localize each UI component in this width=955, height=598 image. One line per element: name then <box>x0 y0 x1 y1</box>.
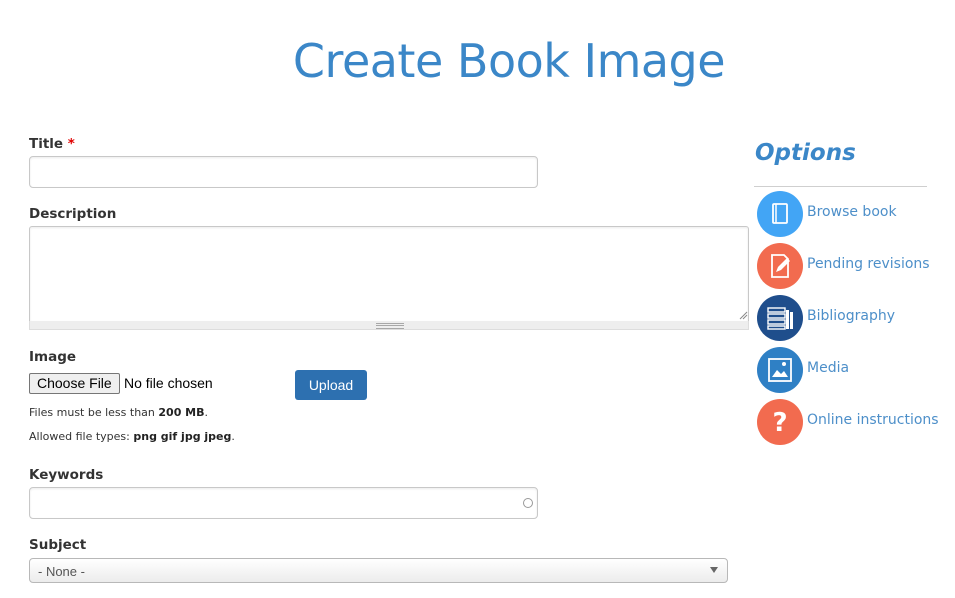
title-input[interactable] <box>29 156 538 188</box>
title-label: Title * <box>29 136 75 152</box>
option-online-instructions[interactable]: ? Online instructions <box>757 399 952 445</box>
types-help: Allowed file types: png gif jpg jpeg. <box>29 430 235 443</box>
size-help-suffix: . <box>204 406 209 419</box>
option-label: Media <box>807 360 850 376</box>
size-help-prefix: Files must be less than <box>29 406 159 419</box>
edit-document-icon <box>757 243 803 289</box>
upload-button[interactable]: Upload <box>295 370 367 400</box>
subject-selected-value: - None - <box>38 564 85 579</box>
subject-label: Subject <box>29 537 87 553</box>
required-marker: * <box>67 136 75 152</box>
page-title: Create Book Image <box>292 34 726 88</box>
types-help-prefix: Allowed file types: <box>29 430 134 443</box>
options-heading: Options <box>755 140 856 166</box>
resize-corner-icon[interactable] <box>739 311 748 320</box>
grip-lines-icon <box>376 323 404 329</box>
option-pending-revisions[interactable]: Pending revisions <box>757 243 952 289</box>
title-label-text: Title <box>29 136 64 152</box>
book-icon <box>757 191 803 237</box>
size-help: Files must be less than 200 MB. <box>29 406 208 419</box>
description-textarea[interactable] <box>29 226 749 322</box>
option-media[interactable]: Media <box>757 347 952 393</box>
option-label: Bibliography <box>807 308 895 324</box>
options-divider <box>754 186 927 187</box>
option-label: Online instructions <box>807 412 939 428</box>
types-help-suffix: . <box>231 430 235 443</box>
description-label: Description <box>29 206 117 222</box>
autocomplete-throbber-icon <box>523 498 533 508</box>
option-label: Pending revisions <box>807 256 930 272</box>
size-limit: 200 MB <box>158 406 205 419</box>
option-label: Browse book <box>807 204 897 220</box>
file-status: No file chosen <box>124 375 213 391</box>
keywords-input[interactable] <box>29 487 538 519</box>
image-label: Image <box>29 349 77 365</box>
option-bibliography[interactable]: Bibliography <box>757 295 952 341</box>
choose-file-button[interactable]: Choose File <box>29 373 120 394</box>
image-icon <box>757 347 803 393</box>
question-icon: ? <box>757 399 803 445</box>
dropdown-arrow-icon <box>710 567 718 573</box>
option-browse-book[interactable]: Browse book <box>757 191 952 237</box>
allowed-types: png gif jpg jpeg <box>133 430 232 443</box>
subject-select[interactable]: - None - <box>29 558 728 583</box>
books-stack-icon <box>757 295 803 341</box>
textarea-grippie[interactable] <box>29 321 749 330</box>
keywords-label: Keywords <box>29 467 104 483</box>
svg-text:?: ? <box>772 408 787 438</box>
